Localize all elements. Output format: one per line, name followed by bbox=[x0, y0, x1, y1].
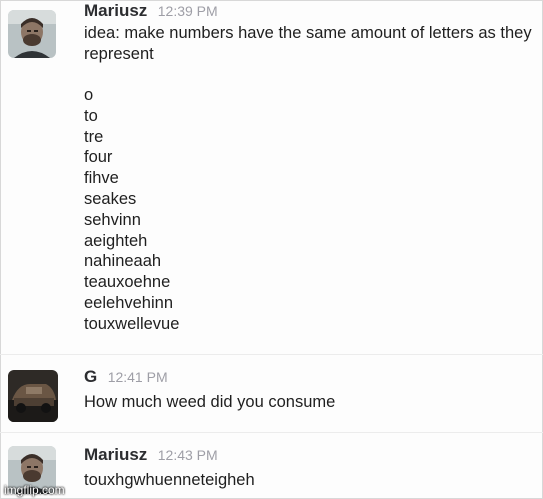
list-item: tre bbox=[84, 127, 104, 146]
list-item: o bbox=[84, 86, 94, 104]
timestamp[interactable]: 12:39 PM bbox=[158, 3, 218, 19]
list-item: touxwellevue bbox=[84, 314, 180, 333]
message-text: How much weed did you consume bbox=[84, 393, 336, 411]
avatar-mariusz[interactable] bbox=[8, 10, 56, 58]
timestamp[interactable]: 12:41 PM bbox=[108, 369, 168, 385]
author-name[interactable]: G bbox=[84, 367, 97, 386]
list-item: to bbox=[84, 106, 98, 125]
message-header: Mariusz 12:43 PM bbox=[84, 444, 535, 467]
list-item: nahineaah bbox=[84, 252, 162, 271]
list-item: four bbox=[84, 148, 113, 167]
list-item: eelehvehinn bbox=[84, 293, 173, 312]
list-item: fihve bbox=[84, 169, 119, 188]
list-item: sehvinn bbox=[84, 210, 141, 229]
number-word-list: o to tre four fihve seakes sehvinn aeigh… bbox=[84, 85, 535, 335]
timestamp[interactable]: 12:43 PM bbox=[158, 447, 218, 463]
author-name[interactable]: Mariusz bbox=[84, 1, 147, 20]
list-item: seakes bbox=[84, 189, 137, 208]
avatar-g[interactable] bbox=[8, 370, 58, 422]
imgflip-watermark: imgflip.com bbox=[4, 483, 65, 497]
list-item: teauxoehne bbox=[84, 273, 171, 292]
message-divider bbox=[0, 354, 543, 355]
message-text: touxhgwhuenneteigheh bbox=[84, 471, 255, 489]
message-header: Mariusz 12:39 PM bbox=[84, 0, 535, 23]
message-divider bbox=[0, 432, 543, 433]
author-name[interactable]: Mariusz bbox=[84, 445, 147, 464]
message-text: idea: make numbers have the same amount … bbox=[84, 24, 532, 63]
list-item: aeighteh bbox=[84, 231, 148, 250]
message-header: G 12:41 PM bbox=[84, 366, 535, 389]
